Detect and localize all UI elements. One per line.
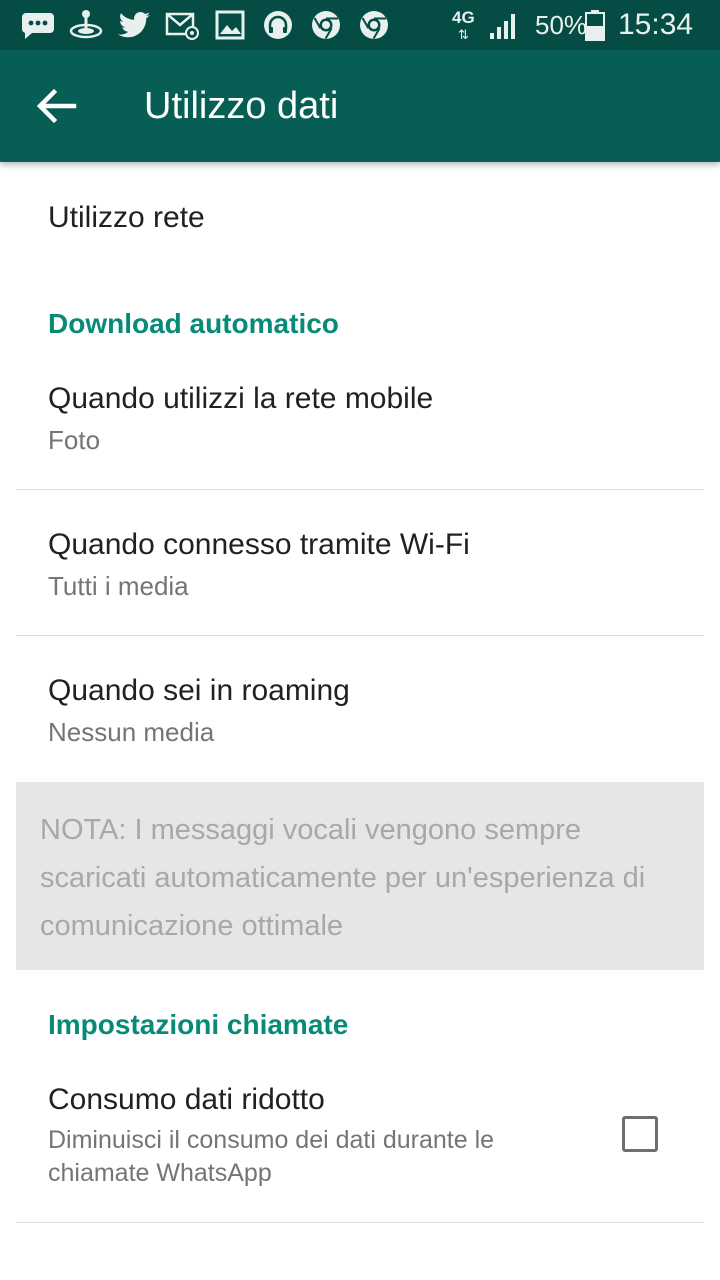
roaming-download-value: Nessun media [48,717,215,747]
section-header-calls: Impostazioni chiamate [48,1009,349,1040]
mobile-download-title: Quando utilizzi la rete mobile [48,382,434,415]
section-header-auto-download: Download automatico [48,308,339,339]
wifi-download-item[interactable]: Quando connesso tramite Wi-Fi Tutti i me… [0,490,720,635]
battery-icon [585,10,605,41]
network-4g-icon: 4G ⇅ [452,9,484,43]
app-bar: Utilizzo dati [0,50,720,162]
headphones-icon [264,11,292,39]
twitter-icon [118,11,150,38]
status-bar: 4G ⇅ 50% 15:34 [0,0,720,50]
network-usage-item[interactable]: Utilizzo rete [0,162,720,272]
signal-icon [490,14,515,39]
chrome-icon [312,11,340,40]
data-activity-arrows: ⇅ [458,27,469,42]
joystick-icon [69,10,103,39]
low-data-usage-item[interactable]: Consumo dati ridotto Diminuisci il consu… [0,1062,720,1222]
battery-percent: 50% [535,10,588,40]
voice-message-note: NOTA: I messaggi vocali vengono sempre s… [16,782,704,970]
mobile-download-item[interactable]: Quando utilizzi la rete mobile Foto [0,360,720,489]
arrow-back-icon[interactable] [30,83,82,129]
wifi-download-title: Quando connesso tramite Wi-Fi [48,528,470,561]
page-title: Utilizzo dati [144,85,339,127]
low-data-usage-summary: Diminuisci il consumo dei dati durante l… [48,1126,495,1187]
image-icon [215,10,245,40]
low-data-usage-title: Consumo dati ridotto [48,1083,325,1116]
network-usage-title: Utilizzo rete [48,201,205,234]
mail-icon [165,12,199,40]
clock: 15:34 [618,8,694,41]
wifi-download-value: Tutti i media [48,571,189,601]
network-type: 4G [452,8,475,27]
roaming-download-item[interactable]: Quando sei in roaming Nessun media [0,636,720,782]
chrome-icon [360,11,388,40]
mobile-download-value: Foto [48,425,101,455]
note-text: NOTA: I messaggi vocali vengono sempre s… [40,814,646,942]
low-data-usage-checkbox[interactable] [622,1116,658,1152]
chat-bubble-icon [22,13,54,39]
divider [16,1222,704,1223]
roaming-download-title: Quando sei in roaming [48,674,350,707]
